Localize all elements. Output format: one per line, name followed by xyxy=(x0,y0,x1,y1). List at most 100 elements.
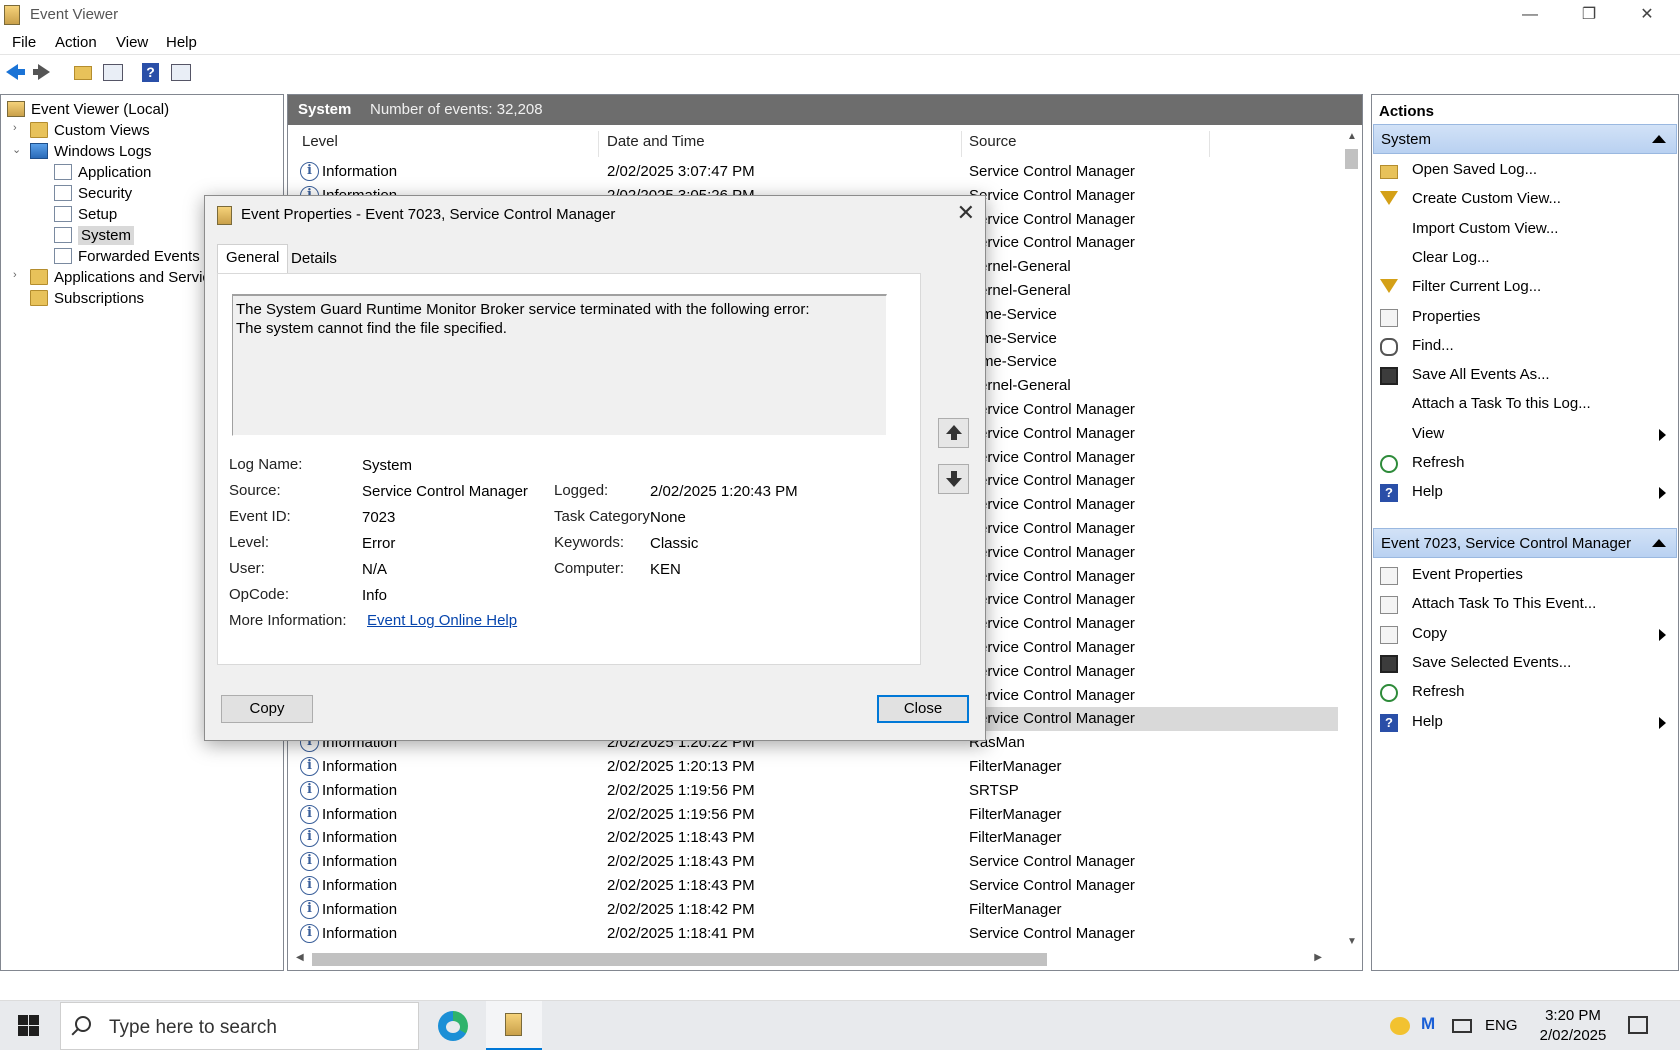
show-hide-tree-button[interactable] xyxy=(102,61,124,83)
action-item[interactable]: Import Custom View... xyxy=(1372,216,1676,244)
notification-center-icon[interactable] xyxy=(1628,1016,1648,1034)
column-header-date[interactable]: Date and Time xyxy=(607,133,705,157)
action-item[interactable]: ? Help xyxy=(1372,479,1676,507)
open-folder-button[interactable] xyxy=(72,61,94,83)
tree-root[interactable]: Event Viewer (Local) xyxy=(7,99,169,120)
menu-view[interactable]: View xyxy=(116,34,148,51)
cell-source: Service Control Manager xyxy=(969,686,1135,704)
cell-level: Information xyxy=(322,853,398,871)
action-item[interactable]: Find... xyxy=(1372,333,1676,361)
taskbar-search[interactable]: Type here to search xyxy=(60,1002,419,1050)
action-item[interactable]: Copy xyxy=(1372,621,1676,649)
tab-details[interactable]: Details xyxy=(283,246,345,274)
menu-action[interactable]: Action xyxy=(55,34,97,51)
scroll-thumb[interactable] xyxy=(312,953,1047,966)
tree-item-forwarded-events[interactable]: Forwarded Events xyxy=(54,246,200,267)
submenu-arrow-icon xyxy=(1659,628,1666,641)
tree-item-subscriptions[interactable]: Subscriptions xyxy=(30,288,144,309)
network-tray-icon[interactable] xyxy=(1452,1019,1472,1033)
tree-item-apps-services[interactable]: Applications and Servic xyxy=(30,267,210,288)
action-item[interactable]: Refresh xyxy=(1372,679,1676,707)
window-title: Event Viewer xyxy=(30,6,119,23)
column-header-level[interactable]: Level xyxy=(302,133,338,157)
action-item[interactable]: Save All Events As... xyxy=(1372,362,1676,390)
column-header-source[interactable]: Source xyxy=(969,133,1017,157)
column-divider[interactable] xyxy=(598,131,599,157)
scroll-down-icon[interactable]: ▼ xyxy=(1347,936,1357,947)
menu-file[interactable]: File xyxy=(12,34,36,51)
action-item[interactable]: Clear Log... xyxy=(1372,245,1676,273)
cell-source: Service Control Manager xyxy=(969,543,1135,561)
log-icon xyxy=(54,185,72,201)
back-button[interactable] xyxy=(4,61,26,83)
label-user: User: xyxy=(229,560,265,577)
cell-source: Service Control Manager xyxy=(969,639,1135,656)
table-row[interactable]: i Information 2/02/2025 3:07:47 PM Service … xyxy=(292,160,1338,184)
tree-item-setup[interactable]: Setup xyxy=(54,204,117,225)
tree-item-custom-views[interactable]: Custom Views xyxy=(30,120,150,141)
taskbar-event-viewer[interactable] xyxy=(486,1001,542,1050)
previous-event-button[interactable] xyxy=(938,418,969,448)
column-divider[interactable] xyxy=(1209,131,1210,157)
action-item[interactable]: Properties xyxy=(1372,304,1676,332)
help-button[interactable]: ? xyxy=(140,61,162,83)
table-row[interactable]: i Information 2/02/2025 1:18:43 PM FilterMa… xyxy=(292,826,1338,850)
forward-button[interactable] xyxy=(32,61,54,83)
action-item[interactable]: Create Custom View... xyxy=(1372,186,1676,214)
system-clock[interactable]: 3:20 PM 2/02/2025 xyxy=(1528,1006,1618,1046)
action-item[interactable]: ? Help xyxy=(1372,709,1676,737)
next-event-button[interactable] xyxy=(938,464,969,494)
copy-button[interactable]: Copy xyxy=(221,695,313,723)
minimize-button[interactable]: — xyxy=(1507,0,1553,30)
column-divider[interactable] xyxy=(961,131,962,157)
event-description[interactable]: The System Guard Runtime Monitor Broker … xyxy=(232,294,887,436)
table-row[interactable]: i Information 2/02/2025 1:18:43 PM Service … xyxy=(292,850,1338,874)
maximize-button[interactable]: ❐ xyxy=(1566,0,1612,30)
scroll-thumb[interactable] xyxy=(1345,149,1358,169)
language-indicator[interactable]: ENG xyxy=(1485,1017,1518,1034)
expand-chevron-icon[interactable]: › xyxy=(13,122,17,134)
expand-chevron-icon[interactable]: › xyxy=(13,269,17,281)
table-row[interactable]: i Information 2/02/2025 1:20:13 PM FilterMa… xyxy=(292,755,1338,779)
scroll-left-icon[interactable]: ◀ xyxy=(296,952,304,963)
label-level: Level: xyxy=(229,534,270,551)
actions-section-system[interactable]: System xyxy=(1373,124,1677,154)
show-hide-action-pane-button[interactable] xyxy=(170,61,192,83)
action-item[interactable]: Event Properties xyxy=(1372,562,1676,590)
cell-level: Information xyxy=(322,900,398,918)
vertical-scrollbar[interactable]: ▲ ▼ xyxy=(1343,129,1360,949)
norton-tray-icon[interactable] xyxy=(1390,1017,1410,1035)
table-row[interactable]: i Information 2/02/2025 1:18:43 PM Service … xyxy=(292,874,1338,898)
table-row[interactable]: i Information 2/02/2025 1:18:42 PM FilterMa… xyxy=(292,898,1338,922)
tab-general[interactable]: General xyxy=(217,244,289,274)
scroll-up-icon[interactable]: ▲ xyxy=(1347,131,1357,142)
dialog-close-icon[interactable]: ✕ xyxy=(957,200,975,226)
scroll-right-icon[interactable]: ▶ xyxy=(1314,952,1322,963)
table-row[interactable]: i Information 2/02/2025 1:18:41 PM Service … xyxy=(292,922,1338,946)
cell-level: Information xyxy=(322,877,398,894)
action-item[interactable]: Save Selected Events... xyxy=(1372,650,1676,678)
tree-item-system[interactable]: System xyxy=(54,225,135,246)
action-item[interactable]: Refresh xyxy=(1372,450,1676,478)
malwarebytes-tray-icon[interactable]: M xyxy=(1421,1014,1435,1034)
tree-item-application[interactable]: Application xyxy=(54,162,151,183)
menu-help[interactable]: Help xyxy=(166,34,197,51)
close-button[interactable]: Close xyxy=(877,695,969,723)
start-button[interactable] xyxy=(18,1015,40,1037)
table-row[interactable]: i Information 2/02/2025 1:19:56 PM SRTSP xyxy=(292,779,1338,803)
table-row[interactable]: i Information 2/02/2025 1:19:56 PM FilterMa… xyxy=(292,803,1338,827)
horizontal-scrollbar[interactable]: ◀ ▶ xyxy=(292,950,1342,968)
action-item[interactable]: Attach a Task To this Log... xyxy=(1372,391,1676,419)
action-item[interactable]: Open Saved Log... xyxy=(1372,157,1676,185)
action-item[interactable]: View xyxy=(1372,421,1676,449)
taskbar-edge[interactable] xyxy=(426,1001,482,1050)
close-window-button[interactable]: ✕ xyxy=(1624,0,1670,30)
tree-item-windows-logs[interactable]: Windows Logs xyxy=(30,141,152,162)
collapse-chevron-icon[interactable]: ⌄ xyxy=(12,143,21,156)
event-log-online-help-link[interactable]: Event Log Online Help xyxy=(367,612,517,629)
action-label: View xyxy=(1412,424,1445,442)
action-item[interactable]: Attach Task To This Event... xyxy=(1372,591,1676,619)
actions-section-event[interactable]: Event 7023, Service Control Manager xyxy=(1373,528,1677,558)
tree-item-security[interactable]: Security xyxy=(54,183,132,204)
action-item[interactable]: Filter Current Log... xyxy=(1372,274,1676,302)
